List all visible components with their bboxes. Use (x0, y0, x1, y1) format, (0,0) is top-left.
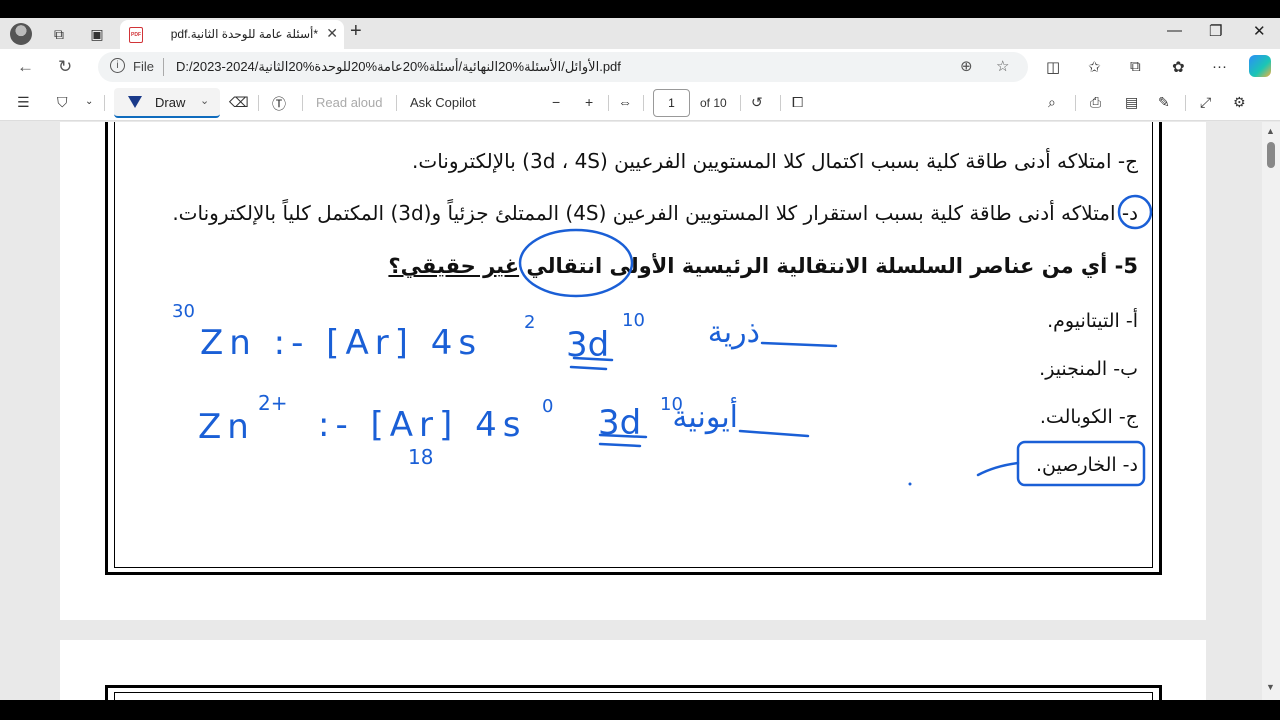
zoom-icon[interactable]: ⊕ (960, 57, 973, 75)
question-5-main: 5- أي من عناصر السلسلة الانتقالية الرئيس… (519, 254, 1138, 278)
zoom-in-icon[interactable]: + (585, 94, 593, 110)
settings-gear-icon[interactable]: ⚙ (1233, 94, 1246, 111)
new-tab-icon[interactable]: + (350, 20, 362, 43)
rotate-icon[interactable]: ↺ (751, 94, 763, 111)
chevron-down-icon[interactable]: ⌄ (200, 94, 209, 107)
pdf-viewer: ج- امتلاكه أدنى طاقة كلية بسبب اكتمال كل… (0, 122, 1262, 700)
extensions-icon[interactable]: ✿ (1172, 58, 1185, 76)
page-border (105, 685, 1162, 700)
contents-icon[interactable]: ☰ (17, 94, 30, 111)
page-total: of 10 (700, 96, 727, 110)
url-path[interactable]: D:/2023-2024/الأوائل/الأسئلة%20النهائية/… (176, 59, 621, 75)
pdf-file-icon: PDF (129, 27, 143, 43)
page-view-icon[interactable]: ⧠ (792, 94, 803, 111)
draw-label: Draw (155, 95, 186, 110)
copilot-icon[interactable] (1249, 55, 1271, 77)
tab-strip: ⧉ ▣ PDF *أسئلة عامة للوحدة الثانية.pdf ✕… (0, 18, 1280, 49)
option-c: ج- الكوبالت. (1039, 406, 1138, 428)
tab-title: *أسئلة عامة للوحدة الثانية.pdf (170, 27, 318, 41)
divider (780, 95, 781, 111)
text-box-icon[interactable]: Ⓣ (272, 94, 286, 114)
scroll-down-icon[interactable]: ▼ (1266, 682, 1275, 692)
divider (740, 95, 741, 111)
page-border-inner: ج- امتلاكه أدنى طاقة كلية بسبب اكتمال كل… (114, 122, 1153, 568)
refresh-icon[interactable]: ↻ (58, 57, 72, 77)
address-bar-row: ← ↻ i File D:/2023-2024/الأوائل/الأسئلة%… (0, 49, 1280, 85)
option-j-prev: ج- امتلاكه أدنى طاقة كلية بسبب اكتمال كل… (412, 149, 1138, 173)
option-b: ب- المنجنيز. (1039, 358, 1138, 380)
collections-icon[interactable]: ⧉ (1130, 58, 1141, 75)
save-icon[interactable]: ▤ (1125, 94, 1138, 111)
divider (302, 95, 303, 111)
split-screen-icon[interactable]: ◫ (1046, 58, 1060, 76)
divider (643, 95, 644, 111)
divider (1185, 95, 1186, 111)
address-bar[interactable]: i File D:/2023-2024/الأوائل/الأسئلة%20ال… (98, 52, 1028, 82)
scrollbar-thumb[interactable] (1267, 142, 1275, 168)
restore-icon[interactable]: ❐ (1209, 22, 1222, 40)
tab-actions-icon[interactable]: ▣ (86, 23, 108, 45)
divider (608, 95, 609, 111)
favorite-star-icon[interactable]: ☆ (996, 57, 1009, 75)
divider (163, 58, 164, 76)
minimize-icon[interactable]: — (1167, 22, 1182, 39)
scroll-up-icon[interactable]: ▲ (1266, 126, 1275, 136)
question-5-emphasis: غير حقيقي؟ (388, 254, 520, 278)
fit-page-icon[interactable]: ⇔ (618, 94, 632, 110)
info-icon[interactable]: i (110, 58, 125, 73)
workspaces-icon[interactable]: ⧉ (48, 23, 70, 45)
more-menu-icon[interactable]: ··· (1212, 58, 1227, 75)
option-d: د- الخارصين. (1035, 454, 1138, 476)
page-number-input[interactable]: 1 (653, 89, 690, 117)
favorites-icon[interactable]: ✩ (1088, 58, 1101, 76)
divider (396, 95, 397, 111)
browser-window: ⧉ ▣ PDF *أسئلة عامة للوحدة الثانية.pdf ✕… (0, 0, 1280, 720)
close-tab-icon[interactable]: ✕ (326, 25, 338, 42)
draw-button[interactable]: Draw ⌄ (114, 88, 220, 118)
top-black-bar (0, 0, 1280, 18)
highlight-icon[interactable]: ⛉ (57, 94, 68, 111)
profile-avatar[interactable] (10, 23, 32, 45)
tab-active-pdf[interactable]: PDF *أسئلة عامة للوحدة الثانية.pdf ✕ (120, 20, 344, 49)
save-as-icon[interactable]: ✎ (1158, 94, 1170, 111)
divider (258, 95, 259, 111)
pen-icon (128, 96, 142, 108)
ask-copilot-button[interactable]: Ask Copilot (410, 95, 476, 110)
print-icon[interactable]: ⎙ (1090, 94, 1101, 111)
chevron-down-icon[interactable]: ⌄ (85, 96, 93, 107)
search-icon[interactable]: ⌕ (1048, 94, 1056, 111)
divider (1075, 95, 1076, 111)
pdf-page-2 (60, 640, 1206, 700)
bottom-black-bar (0, 700, 1280, 720)
vertical-scrollbar[interactable]: ▲ ▼ (1262, 122, 1280, 700)
close-window-icon[interactable]: ✕ (1253, 22, 1266, 40)
pdf-toolbar: ☰ ⛉ ⌄ Draw ⌄ ⌫ Ⓣ Read aloud Ask Copilot … (0, 85, 1280, 121)
divider (104, 95, 105, 111)
eraser-icon[interactable]: ⌫ (229, 94, 249, 111)
page-border: ج- امتلاكه أدنى طاقة كلية بسبب اكتمال كل… (105, 122, 1162, 575)
read-aloud-button[interactable]: Read aloud (316, 95, 383, 110)
pdf-page: ج- امتلاكه أدنى طاقة كلية بسبب اكتمال كل… (60, 122, 1206, 620)
question-5: 5- أي من عناصر السلسلة الانتقالية الرئيس… (388, 254, 1138, 278)
option-d-prev: د- امتلاكه أدنى طاقة كلية بسبب استقرار ك… (172, 201, 1138, 225)
zoom-out-icon[interactable]: − (552, 94, 560, 110)
page-border-inner (114, 692, 1153, 700)
option-a: أ- التيتانيوم. (1047, 310, 1138, 332)
back-icon[interactable]: ← (17, 57, 34, 77)
url-scheme: File (133, 59, 154, 74)
fullscreen-icon[interactable]: ⤢ (1200, 94, 1211, 111)
